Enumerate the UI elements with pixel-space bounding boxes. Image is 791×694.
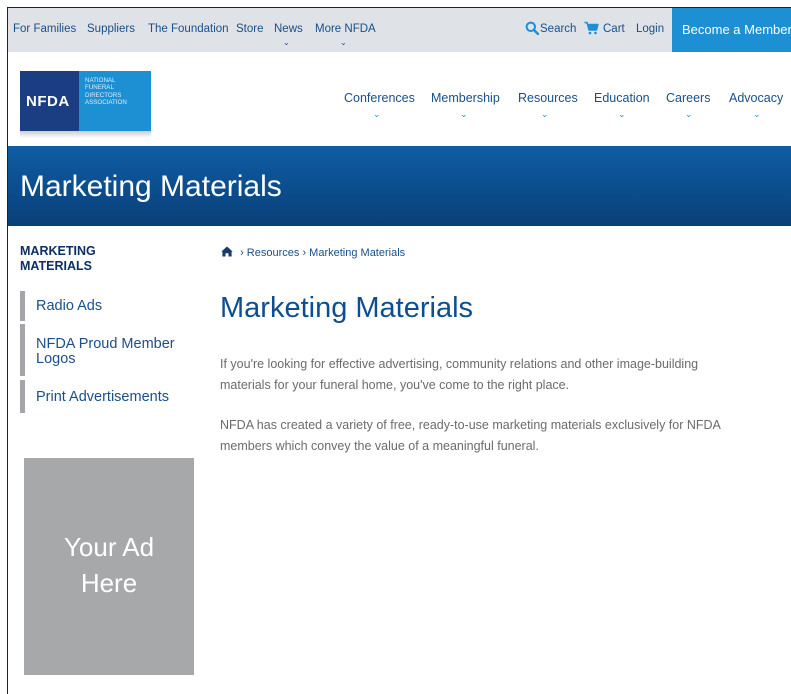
nav-advocacy[interactable]: Advocacy bbox=[729, 91, 783, 105]
nav-membership[interactable]: Membership bbox=[431, 91, 500, 105]
ad-placeholder[interactable]: Your Ad Here bbox=[24, 458, 194, 675]
breadcrumb: › Resources › Marketing Materials bbox=[221, 246, 405, 259]
description-paragraph: NFDA has created a variety of free, read… bbox=[220, 418, 721, 453]
logo-shadow bbox=[20, 131, 151, 138]
chevron-down-icon: ⌄ bbox=[753, 109, 761, 119]
cart-link[interactable]: Cart bbox=[603, 23, 625, 35]
sidebar-title: MARKETING MATERIALS bbox=[20, 244, 96, 273]
nav-resources[interactable]: Resources bbox=[518, 91, 578, 105]
chevron-down-icon: ⌄ bbox=[373, 109, 381, 119]
banner-title: Marketing Materials bbox=[20, 170, 282, 203]
page-banner: Marketing Materials bbox=[8, 146, 791, 226]
sidebar-item-marker bbox=[20, 380, 25, 413]
become-member-button[interactable]: Become a Member bbox=[672, 8, 791, 52]
home-icon[interactable] bbox=[221, 246, 233, 257]
sidebar-item-marker bbox=[20, 324, 25, 376]
sidebar-item-label: Print Advertisements bbox=[36, 389, 169, 405]
breadcrumb-resources[interactable]: Resources bbox=[247, 247, 300, 259]
link-news[interactable]: News bbox=[274, 23, 303, 35]
link-more-nfda[interactable]: More NFDA bbox=[315, 23, 376, 35]
link-for-families[interactable]: For Families bbox=[13, 23, 76, 35]
intro-paragraph: If you're looking for effective advertis… bbox=[220, 357, 699, 392]
sidebar-item-radio-ads[interactable]: Radio Ads bbox=[20, 291, 200, 321]
breadcrumb-separator: › bbox=[302, 247, 307, 259]
chevron-down-icon: ⌄ bbox=[283, 38, 290, 47]
cart-icon[interactable] bbox=[584, 21, 599, 35]
search-icon[interactable] bbox=[525, 21, 539, 35]
login-link[interactable]: Login bbox=[636, 23, 664, 35]
search-link[interactable]: Search bbox=[540, 23, 576, 35]
chevron-down-icon: ⌄ bbox=[541, 109, 549, 119]
utility-bar: For Families Suppliers The Foundation St… bbox=[8, 8, 791, 52]
nav-education[interactable]: Education bbox=[594, 91, 650, 105]
link-suppliers[interactable]: Suppliers bbox=[87, 23, 135, 35]
link-store[interactable]: Store bbox=[236, 23, 264, 35]
sidebar-item-print-advertisements[interactable]: Print Advertisements bbox=[20, 380, 200, 413]
chevron-down-icon: ⌄ bbox=[685, 109, 693, 119]
sidebar-item-marker bbox=[20, 291, 25, 321]
sidebar-item-label: Radio Ads bbox=[36, 298, 103, 314]
logo-abbr: NFDA bbox=[20, 71, 79, 131]
chevron-down-icon: ⌄ bbox=[340, 38, 347, 47]
logo-full-name: NATIONAL FUNERAL DIRECTORS ASSOCIATION bbox=[79, 71, 151, 131]
chevron-down-icon: ⌄ bbox=[618, 109, 626, 119]
chevron-down-icon: ⌄ bbox=[460, 109, 468, 119]
sidebar-item-label: NFDA Proud Member Logos bbox=[36, 336, 175, 367]
page-frame: For Families Suppliers The Foundation St… bbox=[7, 7, 791, 694]
breadcrumb-current: Marketing Materials bbox=[309, 247, 406, 259]
page-title: Marketing Materials bbox=[220, 292, 474, 324]
nav-careers[interactable]: Careers bbox=[666, 91, 710, 105]
link-the-foundation[interactable]: The Foundation bbox=[148, 23, 229, 35]
nav-conferences[interactable]: Conferences bbox=[344, 91, 415, 105]
sidebar-item-proud-member-logos[interactable]: NFDA Proud Member Logos bbox=[20, 324, 200, 376]
nfda-logo[interactable]: NFDA NATIONAL FUNERAL DIRECTORS ASSOCIAT… bbox=[20, 71, 151, 131]
breadcrumb-separator: › bbox=[240, 247, 244, 259]
